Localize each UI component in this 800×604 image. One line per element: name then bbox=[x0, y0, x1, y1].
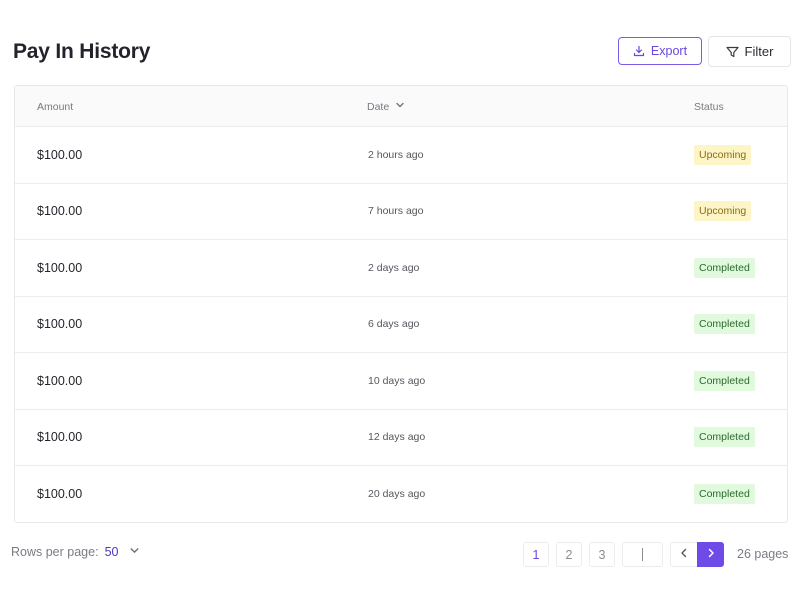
status-cell: Completed bbox=[694, 410, 755, 466]
page-button-2[interactable]: 2 bbox=[556, 542, 582, 567]
amount-cell: $100.00 bbox=[37, 147, 83, 162]
page-button-3[interactable]: 3 bbox=[589, 542, 615, 567]
date-cell: 12 days ago bbox=[368, 431, 426, 444]
date-cell: 2 hours ago bbox=[368, 148, 424, 161]
text-cursor bbox=[642, 548, 643, 561]
table-body: $100.00 2 hours ago Upcoming $100.00 7 hours… bbox=[15, 127, 787, 522]
status-badge: Completed bbox=[694, 427, 755, 448]
table-row[interactable]: $100.00 20 days ago Completed bbox=[15, 466, 787, 522]
amount-cell: $100.00 bbox=[37, 373, 83, 388]
pay-in-table: Amount Date Status $100.00 2 hours ago Upc… bbox=[14, 85, 788, 523]
column-header-date[interactable]: Date bbox=[367, 86, 405, 127]
filter-label: Filter bbox=[744, 44, 774, 59]
amount-cell: $100.00 bbox=[37, 317, 83, 332]
amount-cell: $100.00 bbox=[37, 430, 83, 445]
export-button[interactable]: Export bbox=[618, 37, 702, 65]
filter-button[interactable]: Filter bbox=[708, 36, 791, 67]
table-row[interactable]: $100.00 12 days ago Completed bbox=[15, 410, 787, 466]
status-cell: Upcoming bbox=[694, 184, 752, 240]
total-pages: 26 pages bbox=[737, 547, 789, 561]
amount-cell: $100.00 bbox=[37, 260, 83, 275]
status-badge: Upcoming bbox=[694, 201, 752, 222]
status-cell: Completed bbox=[694, 466, 755, 522]
date-cell: 2 days ago bbox=[368, 261, 420, 274]
date-cell: 6 days ago bbox=[368, 318, 420, 331]
table-row[interactable]: $100.00 7 hours ago Upcoming bbox=[15, 184, 787, 240]
previous-page-button[interactable] bbox=[670, 542, 698, 567]
status-cell: Upcoming bbox=[694, 127, 752, 183]
table-row[interactable]: $100.00 2 hours ago Upcoming bbox=[15, 127, 787, 184]
chevron-right-icon bbox=[706, 547, 716, 562]
chevron-down-icon[interactable] bbox=[395, 100, 405, 113]
rows-per-page-label: Rows per page: bbox=[11, 545, 99, 559]
status-cell: Completed bbox=[694, 297, 755, 353]
rows-per-page-select[interactable]: 50 bbox=[105, 545, 119, 559]
table-row[interactable]: $100.00 2 days ago Completed bbox=[15, 240, 787, 297]
date-cell: 7 hours ago bbox=[368, 205, 424, 218]
filter-funnel-icon bbox=[725, 46, 739, 58]
chevron-down-icon[interactable] bbox=[123, 545, 140, 559]
page-title: Pay In History bbox=[13, 40, 151, 63]
next-page-button[interactable] bbox=[697, 542, 724, 567]
amount-cell: $100.00 bbox=[37, 487, 83, 502]
rows-per-page: Rows per page: 50 bbox=[11, 545, 140, 559]
status-badge: Completed bbox=[694, 314, 755, 335]
download-icon bbox=[633, 45, 645, 57]
status-cell: Completed bbox=[694, 353, 755, 409]
status-badge: Completed bbox=[694, 484, 755, 505]
table-row[interactable]: $100.00 6 days ago Completed bbox=[15, 297, 787, 353]
date-cell: 20 days ago bbox=[368, 488, 426, 501]
amount-cell: $100.00 bbox=[37, 204, 83, 219]
chevron-left-icon bbox=[679, 547, 689, 562]
table-header: Amount Date Status bbox=[15, 86, 787, 127]
column-header-status: Status bbox=[694, 100, 724, 113]
date-cell: 10 days ago bbox=[368, 374, 426, 387]
page-number-input[interactable] bbox=[622, 542, 663, 567]
status-badge: Completed bbox=[694, 370, 755, 391]
page-button-1[interactable]: 1 bbox=[523, 542, 549, 567]
column-header-amount: Amount bbox=[37, 100, 74, 113]
status-badge: Upcoming bbox=[694, 144, 752, 165]
export-label: Export bbox=[650, 44, 688, 58]
status-badge: Completed bbox=[694, 257, 755, 278]
status-cell: Completed bbox=[694, 240, 755, 296]
table-row[interactable]: $100.00 10 days ago Completed bbox=[15, 353, 787, 410]
